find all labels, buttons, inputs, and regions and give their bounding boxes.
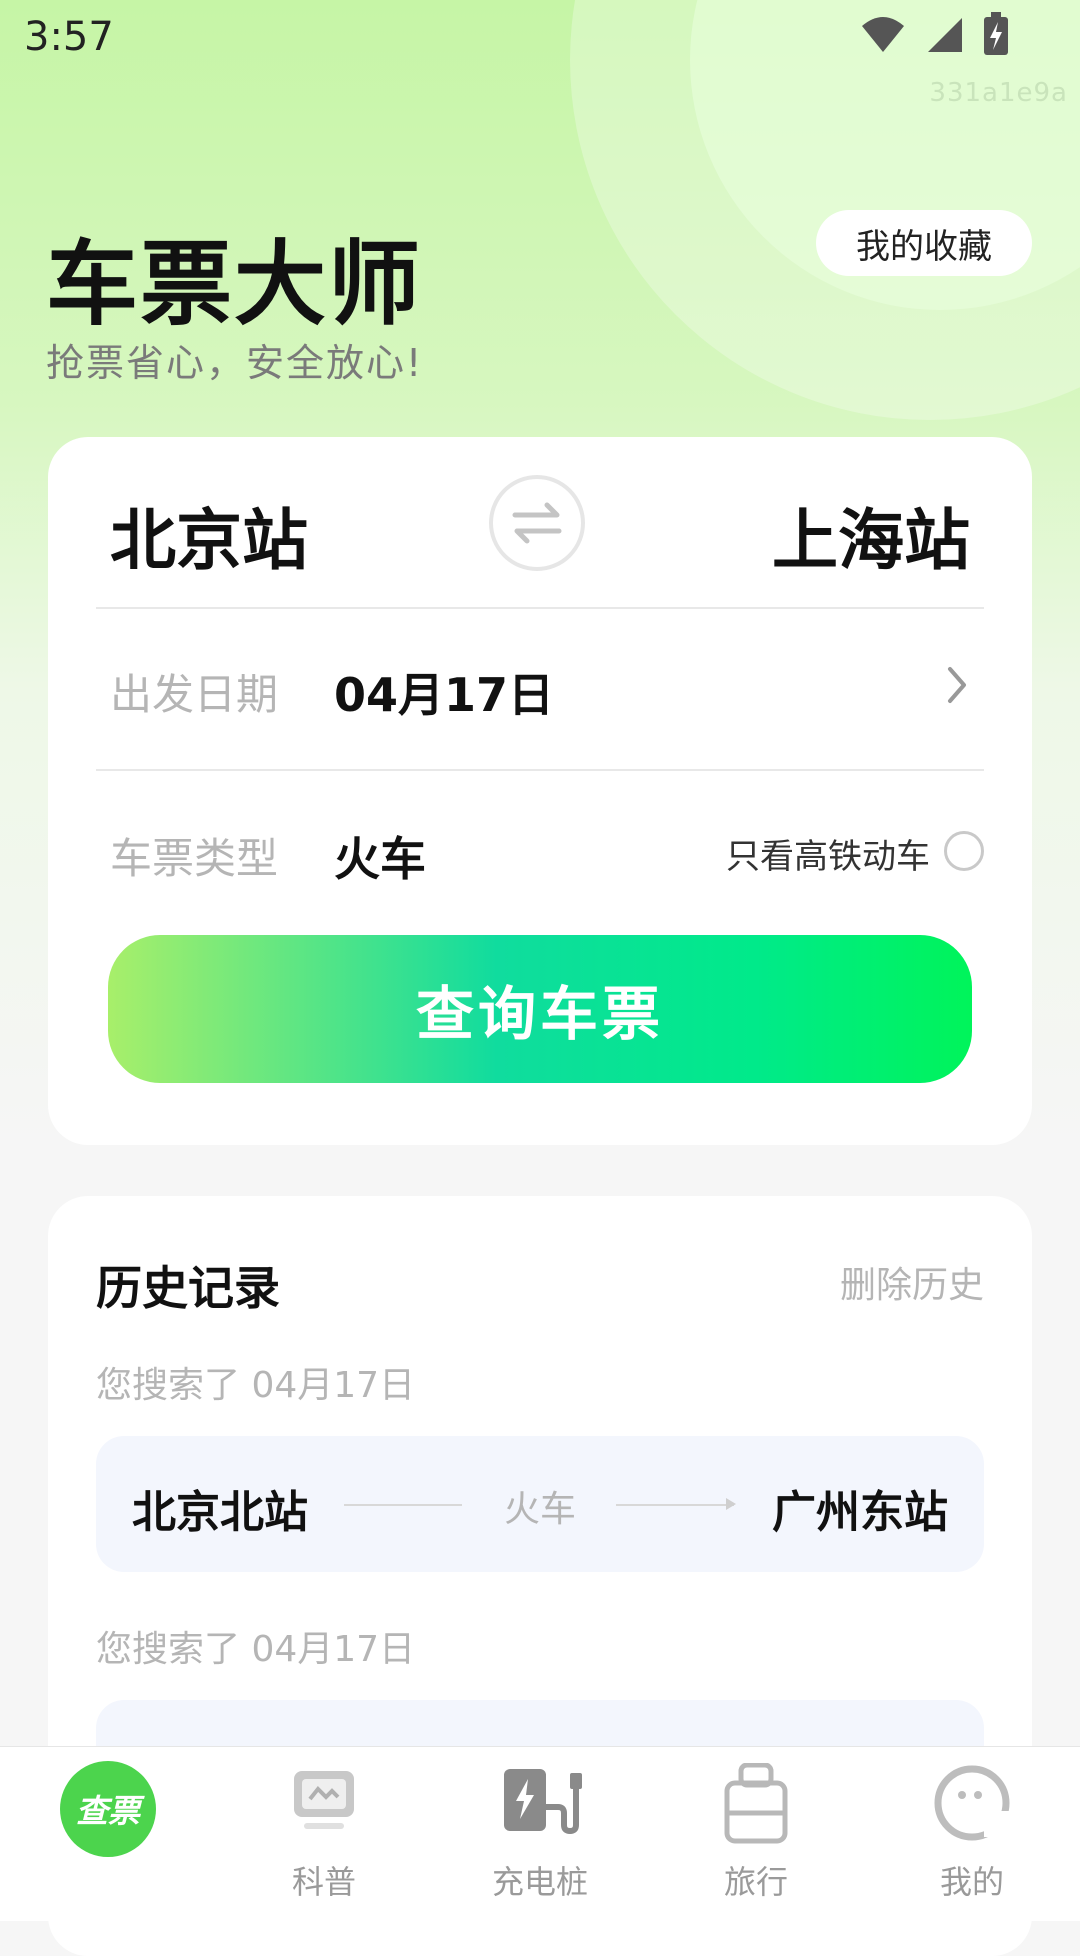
query-tickets-button[interactable]: 查询车票 <box>108 935 972 1083</box>
nav-item-profile[interactable]: 我的 <box>864 1747 1080 1921</box>
swap-icon <box>512 502 562 544</box>
app-title: 车票大师 <box>46 231 423 338</box>
favorites-button[interactable]: 我的收藏 <box>816 210 1032 276</box>
status-icons <box>860 12 1010 56</box>
nav-label: 科普 <box>291 1863 356 1901</box>
history-note: 您搜索了 04月17日 <box>96 1365 416 1406</box>
tv-icon <box>294 1771 354 1829</box>
divider <box>96 769 984 771</box>
ticket-check-icon: 查票 <box>60 1761 156 1857</box>
nav-label: 我的 <box>939 1863 1004 1901</box>
divider <box>96 607 984 609</box>
only-high-speed-label[interactable]: 只看高铁动车 <box>726 829 930 878</box>
signal-icon <box>928 18 962 52</box>
route-line <box>616 1504 734 1506</box>
history-row[interactable]: 北京北站 火车 广州东站 <box>96 1436 984 1572</box>
nav-item-charging[interactable]: 充电桩 <box>432 1747 648 1921</box>
wifi-icon <box>862 17 904 52</box>
ticket-type-value[interactable]: 火车 <box>334 823 426 889</box>
profile-icon <box>934 1765 1010 1841</box>
to-station[interactable]: 上海站 <box>772 487 970 583</box>
swap-stations-button[interactable] <box>489 475 585 571</box>
charging-station-icon <box>504 1769 582 1835</box>
battery-charging-icon <box>984 12 1008 55</box>
ticket-type-label: 车票类型 <box>110 834 279 883</box>
bottom-nav: 查票 科普 充电桩 旅行 我的 <box>0 1746 1080 1921</box>
date-label: 出发日期 <box>110 670 279 719</box>
luggage-icon <box>724 1763 788 1844</box>
nav-label: 充电桩 <box>491 1863 588 1901</box>
history-to-station: 广州东站 <box>772 1487 948 1538</box>
route-arrow-icon <box>726 1498 736 1510</box>
date-value[interactable]: 04月17日 <box>334 659 554 725</box>
nav-item-travel[interactable]: 旅行 <box>648 1747 864 1921</box>
device-id: 331a1e9a <box>929 78 1068 108</box>
nav-item-ticket[interactable]: 查票 <box>0 1747 216 1921</box>
only-high-speed-radio[interactable] <box>944 831 984 871</box>
history-title: 历史记录 <box>96 1261 280 1315</box>
delete-history-button[interactable]: 删除历史 <box>840 1256 984 1308</box>
app-subtitle: 抢票省心，安全放心! <box>46 341 424 385</box>
search-card: 北京站 上海站 出发日期 04月17日 车票类型 火车 只看高铁动车 查询车票 <box>48 437 1032 1145</box>
nav-item-science[interactable]: 科普 <box>216 1747 432 1921</box>
history-note: 您搜索了 04月17日 <box>96 1629 416 1670</box>
chevron-right-icon[interactable] <box>944 665 970 705</box>
status-time: 3:57 <box>24 14 114 60</box>
nav-label: 旅行 <box>723 1863 788 1901</box>
from-station[interactable]: 北京站 <box>110 487 308 583</box>
